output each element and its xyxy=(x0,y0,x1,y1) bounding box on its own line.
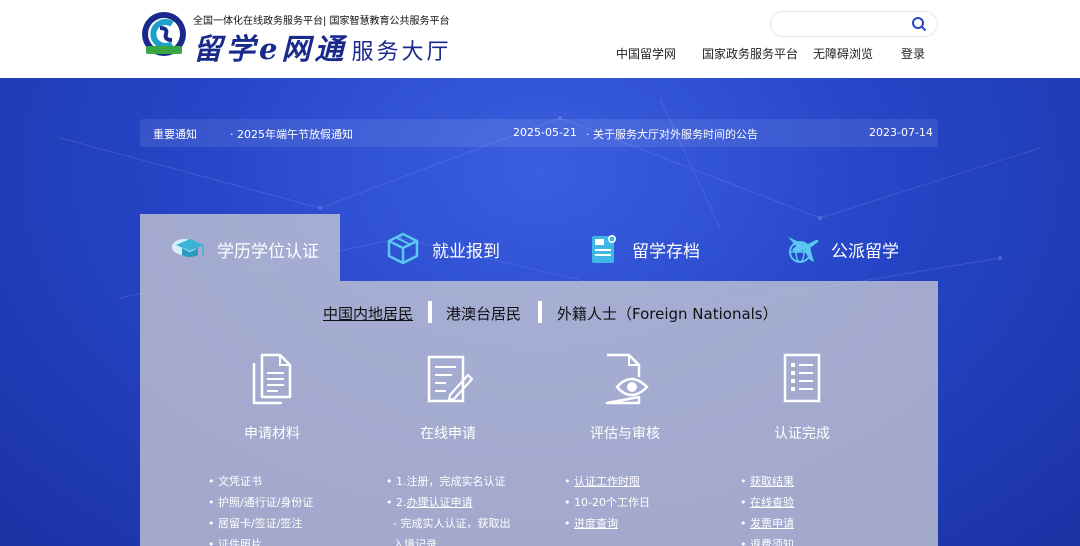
tab-label: 留学存档 xyxy=(632,242,700,262)
nav-link-china-study[interactable]: 中国留学网 xyxy=(616,45,676,62)
residency-divider xyxy=(538,301,542,323)
cube-icon xyxy=(387,232,419,265)
tab-label: 学历学位认证 xyxy=(217,242,319,262)
nav-link-login[interactable]: 登录 xyxy=(901,45,925,62)
detail-item: • 10-20个工作日 xyxy=(564,496,650,509)
detail-link-refund[interactable]: 退费须知 xyxy=(750,538,794,546)
detail-text: 2. xyxy=(396,496,407,509)
tab-employment-report[interactable]: 就业报到 xyxy=(355,214,555,281)
detail-item: • 1.注册，完成实名认证 xyxy=(386,475,506,488)
notice-label: 重要通知 xyxy=(153,128,197,141)
detail-item: • 发票申请 xyxy=(740,517,794,530)
step-evaluation-review[interactable]: 评估与审核 xyxy=(555,351,695,451)
tab-public-study-abroad[interactable]: 公派留学 xyxy=(754,214,954,281)
search-input[interactable] xyxy=(781,12,911,36)
graduation-cap-icon xyxy=(172,239,204,257)
service-panel: 中国内地居民 港澳台居民 外籍人士（Foreign Nationals） 申请材… xyxy=(140,281,938,546)
detail-text: 居留卡/签证/签注 xyxy=(218,517,303,530)
tab-study-archive[interactable]: 留学存档 xyxy=(555,214,755,281)
checklist-icon xyxy=(783,353,821,403)
search-box xyxy=(770,11,938,37)
detail-item: • 2.办理认证申请 xyxy=(386,496,473,509)
detail-item: • 退费须知 xyxy=(740,536,794,546)
nav-link-gov-services[interactable]: 国家政务服务平台 xyxy=(702,45,798,62)
detail-item: • 进度查询 xyxy=(564,517,618,530)
form-edit-icon xyxy=(427,355,474,403)
residency-option-foreign[interactable]: 外籍人士（Foreign Nationals） xyxy=(557,303,778,324)
step-label: 申请材料 xyxy=(244,426,300,442)
step-certification-complete[interactable]: 认证完成 xyxy=(732,351,872,451)
detail-text: 1.注册，完成实名认证 xyxy=(396,475,506,488)
detail-item: • 证件照片 xyxy=(208,536,262,546)
step-label: 评估与审核 xyxy=(590,426,660,442)
tab-label: 公派留学 xyxy=(831,242,899,262)
tab-degree-certification[interactable]: 学历学位认证 xyxy=(140,214,340,281)
detail-item: • 在线查验 xyxy=(740,496,794,509)
plane-globe-icon xyxy=(788,237,819,263)
nav-link-accessibility[interactable]: 无障碍浏览 xyxy=(813,45,873,62)
detail-text: 文凭证书 xyxy=(218,475,262,488)
detail-link-progress[interactable]: 进度查询 xyxy=(574,517,618,530)
detail-item: - 完成实人认证，获取出 xyxy=(393,517,511,530)
notice-item[interactable]: · 2025年端午节放假通知 xyxy=(230,126,353,142)
detail-item: • 文凭证书 xyxy=(208,475,262,488)
search-icon[interactable] xyxy=(911,16,927,32)
detail-link-time-limit[interactable]: 认证工作时限 xyxy=(574,475,640,488)
step-label: 在线申请 xyxy=(420,426,476,442)
step-online-application[interactable]: 在线申请 xyxy=(378,351,518,451)
residency-divider xyxy=(428,301,432,323)
site-header: 全国一体化在线政务服务平台| 国家智慧教育公共服务平台 留学e网通 服务大厅 中国… xyxy=(0,0,1080,78)
documents-icon xyxy=(252,353,292,405)
top-nav: 中国留学网 国家政务服务平台 无障碍浏览 登录 xyxy=(0,45,1080,61)
notice-item-title: 关于服务大厅对外服务时间的公告 xyxy=(593,128,758,141)
step-label: 认证完成 xyxy=(774,426,830,442)
logo-tagline: 全国一体化在线政务服务平台| 国家智慧教育公共服务平台 xyxy=(193,16,450,27)
doc-eye-icon xyxy=(605,353,649,405)
detail-text: 10-20个工作日 xyxy=(574,496,650,509)
notice-item-date: 2023-07-14 xyxy=(869,126,933,139)
residency-option-hmt[interactable]: 港澳台居民 xyxy=(446,303,521,324)
detail-text: 护照/通行证/身份证 xyxy=(218,496,314,509)
notice-item[interactable]: · 关于服务大厅对外服务时间的公告 xyxy=(586,126,758,142)
notice-item-title: 2025年端午节放假通知 xyxy=(237,128,353,141)
detail-item: • 居留卡/签证/签注 xyxy=(208,517,303,530)
residency-option-mainland[interactable]: 中国内地居民 xyxy=(323,303,413,324)
notice-item-date: 2025-05-21 xyxy=(513,126,577,139)
detail-link-invoice[interactable]: 发票申请 xyxy=(750,517,794,530)
detail-link-get-result[interactable]: 获取结果 xyxy=(750,475,794,488)
detail-item: • 护照/通行证/身份证 xyxy=(208,496,314,509)
detail-link-verify[interactable]: 在线查验 xyxy=(750,496,794,509)
detail-text: 证件照片 xyxy=(218,538,262,546)
detail-link-apply[interactable]: 办理认证申请 xyxy=(407,496,473,509)
archive-icon xyxy=(592,235,616,263)
detail-item: • 获取结果 xyxy=(740,475,794,488)
hero-section: 重要通知 · 2025年端午节放假通知 2025-05-21 · 关于服务大厅对… xyxy=(0,78,1080,546)
notice-bar: 重要通知 · 2025年端午节放假通知 2025-05-21 · 关于服务大厅对… xyxy=(140,119,938,147)
detail-item: 入境记录 xyxy=(393,538,437,546)
step-application-materials[interactable]: 申请材料 xyxy=(202,351,342,451)
tab-label: 就业报到 xyxy=(432,242,500,262)
detail-item: • 认证工作时限 xyxy=(564,475,640,488)
